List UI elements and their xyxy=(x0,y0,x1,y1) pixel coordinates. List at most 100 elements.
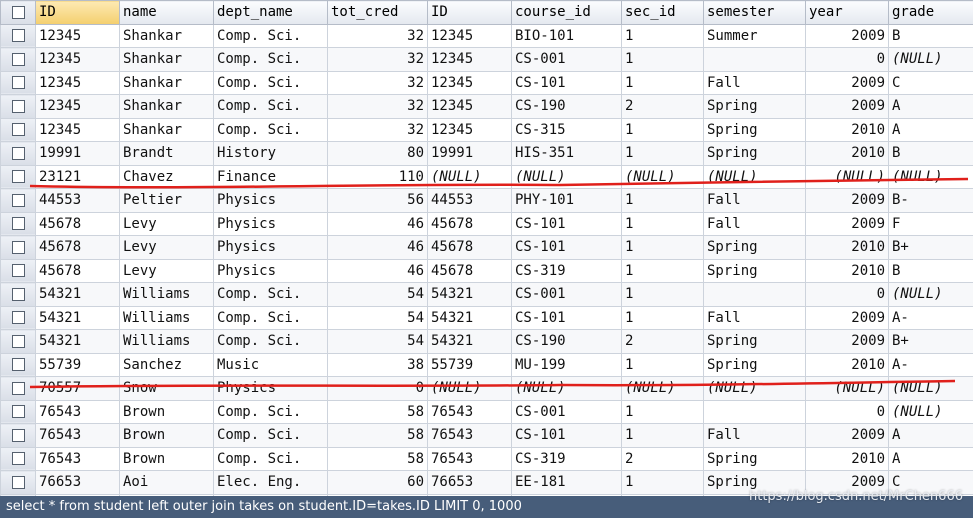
table-cell-dept-name[interactable]: Physics xyxy=(213,211,328,236)
table-cell-id[interactable]: 12345 xyxy=(35,70,120,95)
table-cell-dept-name[interactable]: Comp. Sci. xyxy=(213,70,328,95)
table-cell-semester[interactable] xyxy=(703,399,806,424)
table-cell-sec-id[interactable]: 1 xyxy=(621,305,704,330)
table-cell-name[interactable]: Shankar xyxy=(119,23,214,48)
table-cell-tot-cred[interactable]: 54 xyxy=(327,329,428,354)
table-cell-sec-id[interactable]: 1 xyxy=(621,117,704,142)
row-checkbox[interactable] xyxy=(0,70,36,95)
table-row[interactable]: 54321 Williams Comp. Sci. 54 54321 CS-190 2 Spr… xyxy=(0,329,973,354)
table-cell-semester[interactable]: Fall xyxy=(703,305,806,330)
table-cell-name[interactable]: Sanchez xyxy=(119,352,214,377)
table-cell-grade[interactable]: (NULL) xyxy=(888,164,973,189)
table-row[interactable]: 23121 Chavez Finance 110 (NULL) (NULL) (NULL)(… xyxy=(0,164,973,189)
table-row[interactable]: 12345 Shankar Comp. Sci. 32 12345 CS-001 1 0 (NU… xyxy=(0,47,973,72)
table-cell-name[interactable]: Shankar xyxy=(119,70,214,95)
table-cell-course-id[interactable]: CS-101 xyxy=(511,305,622,330)
table-row[interactable]: 12345 Shankar Comp. Sci. 32 12345 BIO-101 1 Sum… xyxy=(0,23,973,48)
table-cell-sec-id[interactable]: 1 xyxy=(621,258,704,283)
table-cell-semester[interactable]: Summer xyxy=(703,23,806,48)
row-checkbox[interactable] xyxy=(0,352,36,377)
table-cell-year[interactable]: 0 xyxy=(805,47,889,72)
column-header-grade[interactable]: grade xyxy=(888,0,973,25)
table-cell-dept-name[interactable]: Comp. Sci. xyxy=(213,282,328,307)
table-cell-tot-cred[interactable]: 80 xyxy=(327,141,428,166)
table-cell-course-id[interactable]: CS-101 xyxy=(511,211,622,236)
table-cell-year[interactable]: 0 xyxy=(805,399,889,424)
table-cell-grade[interactable]: A- xyxy=(888,305,973,330)
table-cell-grade[interactable]: C xyxy=(888,70,973,95)
table-cell-sec-id[interactable]: 1 xyxy=(621,70,704,95)
column-header-tot-cred[interactable]: tot_cred xyxy=(327,0,428,25)
table-cell-course-id[interactable]: CS-001 xyxy=(511,399,622,424)
table-cell-tot-cred[interactable]: 0 xyxy=(327,376,428,401)
table-cell-semester[interactable]: Fall xyxy=(703,211,806,236)
table-row[interactable]: 44553 Peltier Physics 56 44553 PHY-101 1 Fall 20… xyxy=(0,188,973,213)
table-cell-grade[interactable]: B+ xyxy=(888,329,973,354)
row-checkbox[interactable] xyxy=(0,423,36,448)
table-cell-id[interactable]: 45678 xyxy=(35,211,120,236)
table-cell-sec-id[interactable]: 2 xyxy=(621,446,704,471)
table-cell-name[interactable]: Williams xyxy=(119,329,214,354)
table-cell-year[interactable]: 2009 xyxy=(805,94,889,119)
row-checkbox[interactable] xyxy=(0,282,36,307)
table-cell-name[interactable]: Williams xyxy=(119,305,214,330)
table-cell-id[interactable]: 45678 xyxy=(35,235,120,260)
table-cell-id[interactable]: 19991 xyxy=(427,141,512,166)
table-cell-id[interactable]: 19991 xyxy=(35,141,120,166)
table-cell-tot-cred[interactable]: 58 xyxy=(327,399,428,424)
table-cell-id[interactable]: 76543 xyxy=(35,423,120,448)
table-cell-dept-name[interactable]: Comp. Sci. xyxy=(213,446,328,471)
table-cell-grade[interactable]: B xyxy=(888,141,973,166)
table-row[interactable]: 45678 Levy Physics 46 45678 CS-101 1 Fall 2009 F xyxy=(0,211,973,236)
table-cell-tot-cred[interactable]: 32 xyxy=(327,70,428,95)
row-checkbox[interactable] xyxy=(0,446,36,471)
table-row[interactable]: 12345 Shankar Comp. Sci. 32 12345 CS-315 1 Spri… xyxy=(0,117,973,142)
table-cell-course-id[interactable]: CS-101 xyxy=(511,423,622,448)
table-cell-sec-id[interactable]: 1 xyxy=(621,423,704,448)
table-cell-tot-cred[interactable]: 58 xyxy=(327,446,428,471)
table-cell-grade[interactable]: (NULL) xyxy=(888,376,973,401)
table-cell-sec-id[interactable]: 2 xyxy=(621,94,704,119)
row-checkbox[interactable] xyxy=(0,117,36,142)
table-cell-semester[interactable]: Fall xyxy=(703,70,806,95)
table-cell-name[interactable]: Brandt xyxy=(119,141,214,166)
row-checkbox[interactable] xyxy=(0,211,36,236)
table-cell-tot-cred[interactable]: 46 xyxy=(327,211,428,236)
table-row[interactable]: 45678 Levy Physics 46 45678 CS-319 1 Spring 2010… xyxy=(0,258,973,283)
table-cell-course-id[interactable]: EE-181 xyxy=(511,470,622,495)
table-cell-name[interactable]: Shankar xyxy=(119,117,214,142)
table-cell-course-id[interactable]: CS-101 xyxy=(511,70,622,95)
table-cell-grade[interactable]: A xyxy=(888,423,973,448)
table-cell-semester[interactable]: Spring xyxy=(703,446,806,471)
table-cell-sec-id[interactable]: 1 xyxy=(621,23,704,48)
row-checkbox[interactable] xyxy=(0,141,36,166)
table-cell-tot-cred[interactable]: 60 xyxy=(327,470,428,495)
table-cell-grade[interactable]: A xyxy=(888,94,973,119)
table-cell-id[interactable]: 76543 xyxy=(427,446,512,471)
table-row[interactable]: 55739 Sanchez Music 38 55739 MU-199 1 Spring 201… xyxy=(0,352,973,377)
table-cell-id[interactable]: 54321 xyxy=(35,282,120,307)
table-cell-id[interactable]: 44553 xyxy=(427,188,512,213)
table-row[interactable]: 19991 Brandt History 80 19991 HIS-351 1 Spring 2… xyxy=(0,141,973,166)
table-cell-year[interactable]: 2009 xyxy=(805,329,889,354)
table-cell-grade[interactable]: F xyxy=(888,211,973,236)
row-checkbox[interactable] xyxy=(0,258,36,283)
table-cell-semester[interactable]: Fall xyxy=(703,423,806,448)
row-checkbox[interactable] xyxy=(0,329,36,354)
row-checkbox[interactable] xyxy=(0,470,36,495)
row-checkbox[interactable] xyxy=(0,376,36,401)
table-cell-tot-cred[interactable]: 38 xyxy=(327,352,428,377)
table-cell-tot-cred[interactable]: 54 xyxy=(327,282,428,307)
table-cell-semester[interactable] xyxy=(703,47,806,72)
table-cell-sec-id[interactable]: 1 xyxy=(621,47,704,72)
table-cell-year[interactable]: 2009 xyxy=(805,23,889,48)
table-cell-tot-cred[interactable]: 32 xyxy=(327,117,428,142)
column-header-course-id[interactable]: course_id xyxy=(511,0,622,25)
table-cell-grade[interactable]: (NULL) xyxy=(888,399,973,424)
table-row[interactable]: 54321 Williams Comp. Sci. 54 54321 CS-001 1 0 (N… xyxy=(0,282,973,307)
table-cell-name[interactable]: Chavez xyxy=(119,164,214,189)
table-row[interactable]: 45678 Levy Physics 46 45678 CS-101 1 Spring 2010… xyxy=(0,235,973,260)
table-cell-id[interactable]: 55739 xyxy=(427,352,512,377)
table-cell-dept-name[interactable]: Physics xyxy=(213,235,328,260)
table-cell-id[interactable]: 12345 xyxy=(35,94,120,119)
